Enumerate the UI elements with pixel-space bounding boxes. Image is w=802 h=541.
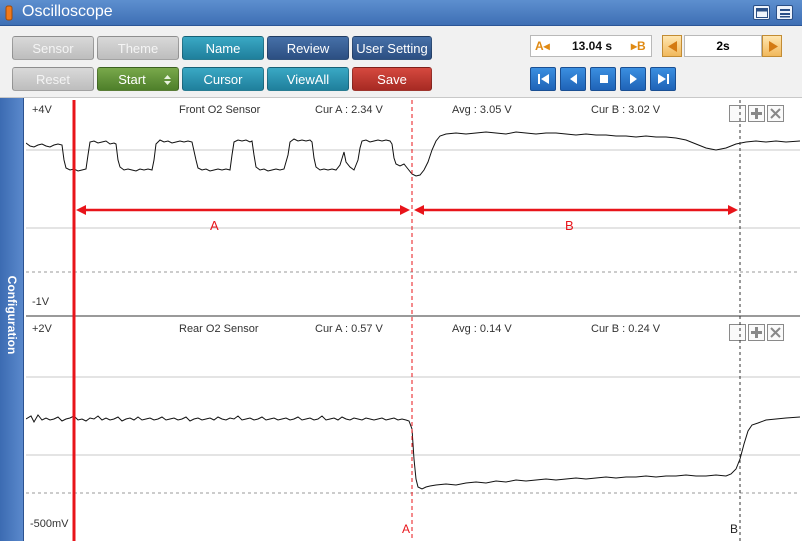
reset-button[interactable]: Reset [12,67,94,91]
close-panel-icon[interactable] [767,324,784,341]
rear-o2-cur-b: Cur B : 0.24 V [591,323,661,335]
skip-end-icon [658,74,669,84]
timebase-increase-button[interactable] [762,35,782,57]
skip-start-icon [538,74,549,84]
restore-window-icon[interactable] [753,5,770,20]
start-button-label: Start [118,72,146,87]
cursor-delta-display: A◂ 13.04 s ▸B [530,35,652,57]
front-o2-avg: Avg : 3.05 V [452,104,512,116]
arrow-right-icon [769,41,778,52]
user-setting-button[interactable]: User Setting [352,36,432,60]
scope-panel-front-o2[interactable]: +4V -1V Front O2 Sensor Cur A : 2.34 V A… [26,100,800,317]
toolbar: Sensor Theme Name Review User Setting Re… [0,26,802,98]
add-panel-icon[interactable] [748,324,765,341]
front-o2-bottom-range: -1V [32,296,50,308]
skip-to-start-button[interactable] [530,67,556,91]
viewall-button[interactable]: ViewAll [267,67,349,91]
front-o2-trace [26,131,800,177]
panel-checkbox[interactable] [729,105,746,122]
segment-b-label: B [565,218,574,233]
close-panel-icon[interactable] [767,105,784,122]
menu-window-icon[interactable] [776,5,793,20]
cursor-b-label: B [730,522,739,536]
skip-to-end-button[interactable] [650,67,676,91]
front-o2-plot [26,131,800,273]
cursor-a-label: A [402,522,411,536]
panel-checkbox[interactable] [729,324,746,341]
title-bar: Oscilloscope [0,0,802,26]
review-button[interactable]: Review [267,36,349,60]
front-o2-sensor-name: Front O2 Sensor [179,104,261,116]
cursor-delta-value: 13.04 s [571,39,613,53]
front-o2-cur-a: Cur A : 2.34 V [315,104,383,116]
window-title: Oscilloscope [22,3,113,20]
rear-o2-bottom-range: -500mV [30,518,69,530]
play-forward-icon [630,74,637,84]
play-backward-icon [570,74,577,84]
save-button[interactable]: Save [352,67,432,91]
theme-button[interactable]: Theme [97,36,179,60]
cursor-a-marker: A◂ [535,39,550,53]
start-button[interactable]: Start [97,67,179,91]
segment-a-label: A [210,218,219,233]
rear-o2-cur-a: Cur A : 0.57 V [315,323,383,335]
rear-o2-avg: Avg : 0.14 V [452,323,512,335]
cursor-b-marker: ▸B [631,39,646,53]
sensor-button[interactable]: Sensor [12,36,94,60]
stop-button[interactable] [590,67,616,91]
cursor-button[interactable]: Cursor [182,67,264,91]
rear-o2-trace [26,414,800,490]
stop-icon [600,75,608,83]
rear-o2-sensor-name: Rear O2 Sensor [179,323,259,335]
app-icon [5,5,13,21]
configuration-tab-label: Configuration [5,275,19,355]
play-forward-button[interactable] [620,67,646,91]
updown-icon [164,75,171,85]
play-backward-button[interactable] [560,67,586,91]
front-o2-cur-b: Cur B : 3.02 V [591,104,661,116]
timebase-display: 2s [684,35,762,57]
name-button[interactable]: Name [182,36,264,60]
rear-o2-top-range: +2V [32,323,52,335]
rear-o2-plot [26,376,800,494]
front-o2-top-range: +4V [32,104,52,116]
add-panel-icon[interactable] [748,105,765,122]
arrow-left-icon [668,41,677,52]
scope-panel-rear-o2[interactable]: +2V -500mV Rear O2 Sensor Cur A : 0.57 V… [26,319,800,539]
timebase-decrease-button[interactable] [662,35,682,57]
configuration-tab[interactable]: Configuration [0,98,24,541]
